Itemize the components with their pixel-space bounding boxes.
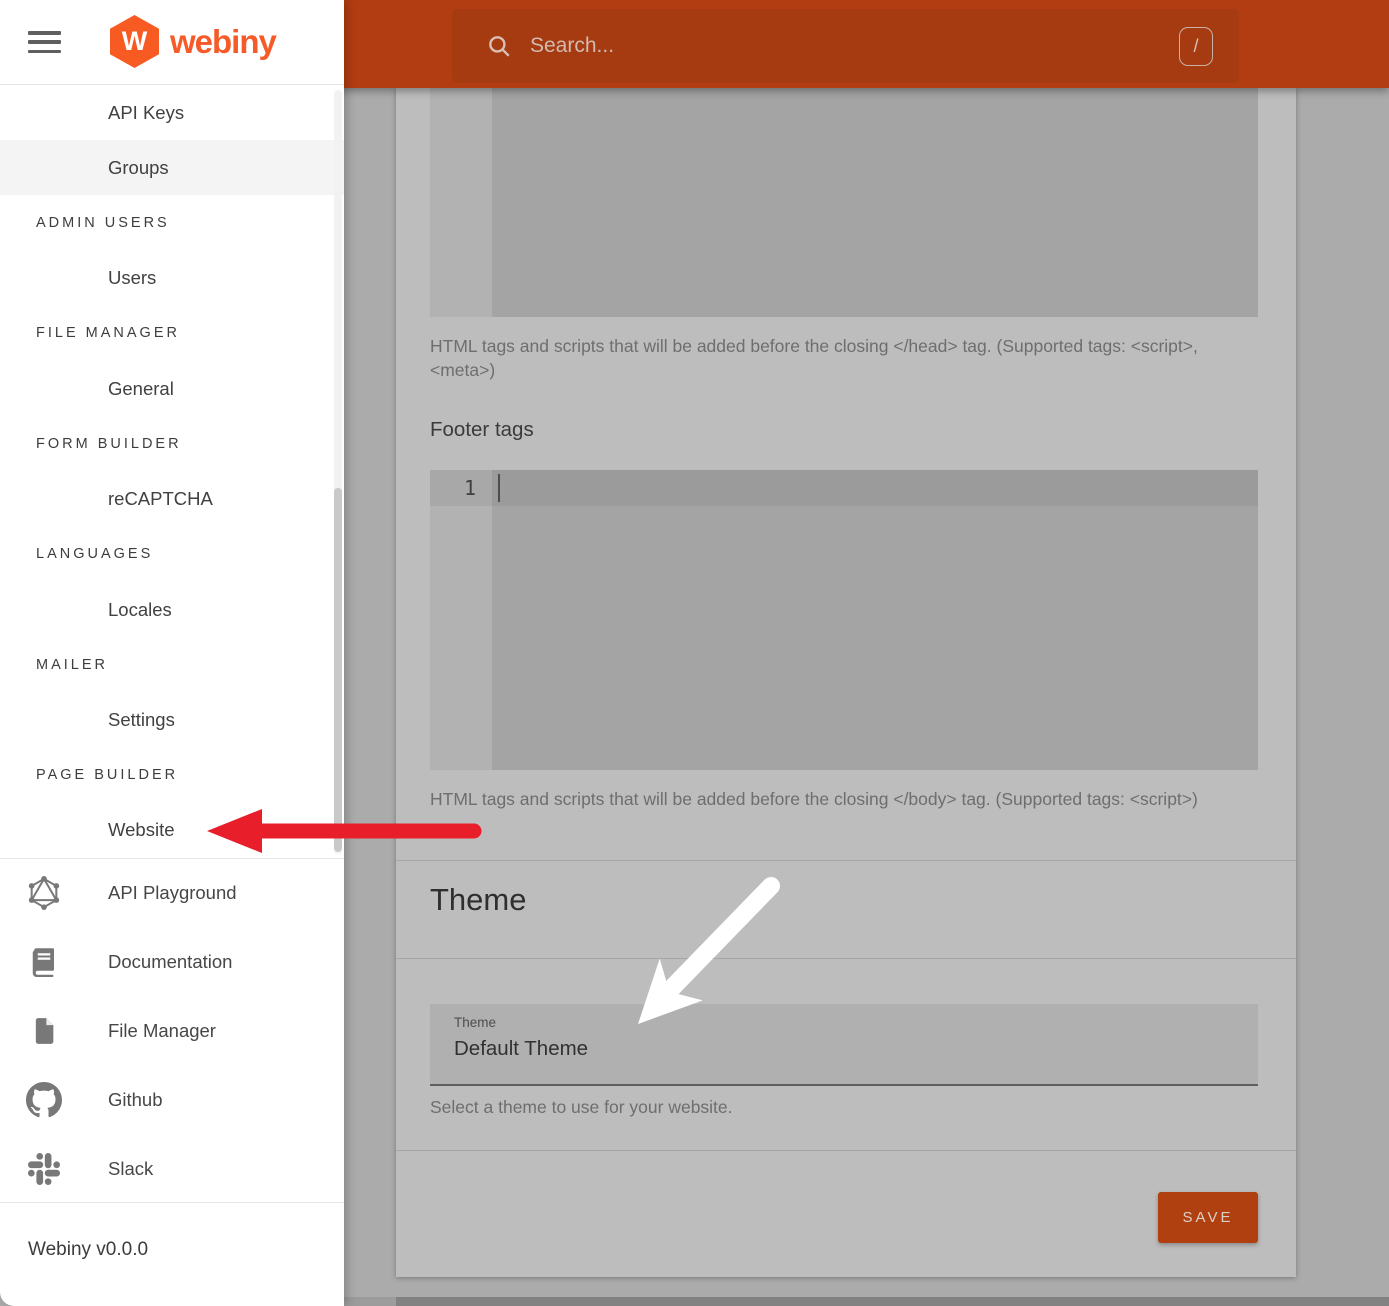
utility-item-label: Documentation <box>108 951 232 973</box>
sidebar-item-users[interactable]: Users <box>0 251 344 306</box>
sidebar-item-locales[interactable]: Locales <box>0 582 344 637</box>
code-editor-gutter <box>430 88 492 317</box>
search-input[interactable] <box>528 33 1179 59</box>
sidebar-item-api-playground[interactable]: API Playground <box>0 859 344 928</box>
drawer-header: W webiny <box>0 0 344 85</box>
header-tags-helper-text: HTML tags and scripts that will be added… <box>430 335 1242 382</box>
sidebar-item-slack[interactable]: Slack <box>0 1134 344 1203</box>
sidebar-section-file-manager: FILE MANAGER <box>0 306 344 361</box>
app-version: Webiny v0.0.0 <box>28 1239 148 1261</box>
utility-item-label: Github <box>108 1089 163 1111</box>
search-icon <box>486 33 512 59</box>
github-icon <box>24 1082 64 1118</box>
save-button[interactable]: SAVE <box>1158 1192 1258 1243</box>
line-number: 1 <box>430 470 476 506</box>
file-icon <box>24 1015 64 1047</box>
sidebar-item-documentation[interactable]: Documentation <box>0 928 344 997</box>
footer-tags-code-editor[interactable]: 1 <box>430 470 1258 770</box>
window-bottom-edge <box>344 1297 396 1306</box>
search-shortcut-badge: / <box>1179 27 1213 66</box>
header-tags-code-editor[interactable] <box>430 88 1258 317</box>
graphql-icon <box>24 875 64 911</box>
utility-item-label: File Manager <box>108 1020 216 1042</box>
sidebar-section-page-builder: PAGE BUILDER <box>0 748 344 803</box>
webiny-logo: W webiny <box>110 15 276 68</box>
sidebar-item-recaptcha[interactable]: reCAPTCHA <box>0 472 344 527</box>
webiny-wordmark: webiny <box>170 23 276 61</box>
section-divider <box>396 1150 1296 1151</box>
sidebar-item-settings[interactable]: Settings <box>0 692 344 747</box>
footer-tags-helper-text: HTML tags and scripts that will be added… <box>430 788 1242 812</box>
hamburger-menu-icon[interactable] <box>28 31 61 53</box>
navigation-drawer: W webiny API Keys Groups ADMIN USERS Use… <box>0 0 344 1306</box>
website-settings-card: HTML tags and scripts that will be added… <box>396 88 1296 1277</box>
theme-select-value: Default Theme <box>454 1037 588 1061</box>
sidebar-section-form-builder: FORM BUILDER <box>0 416 344 471</box>
sidebar-section-mailer: MAILER <box>0 637 344 692</box>
sidebar-item-groups[interactable]: Groups <box>0 140 344 195</box>
utility-item-label: API Playground <box>108 882 237 904</box>
sidebar-item-general[interactable]: General <box>0 361 344 416</box>
theme-select-label: Theme <box>454 1015 496 1030</box>
sidebar-item-api-keys[interactable]: API Keys <box>0 85 344 140</box>
slack-icon <box>24 1153 64 1185</box>
drawer-scrollbar-thumb[interactable] <box>334 488 342 852</box>
sidebar-section-admin-users: ADMIN USERS <box>0 195 344 250</box>
global-search[interactable]: / <box>452 9 1239 83</box>
drawer-footer: Webiny v0.0.0 <box>0 1202 344 1306</box>
theme-select[interactable]: Theme Default Theme <box>430 1004 1258 1086</box>
settings-page-background: HTML tags and scripts that will be added… <box>344 88 1389 1306</box>
sidebar-section-languages: LANGUAGES <box>0 527 344 582</box>
sidebar-item-website[interactable]: Website <box>0 803 344 858</box>
utility-item-label: Slack <box>108 1158 153 1180</box>
text-cursor <box>498 474 500 502</box>
sidebar-item-file-manager[interactable]: File Manager <box>0 997 344 1066</box>
drawer-menu: API Keys Groups ADMIN USERS Users FILE M… <box>0 85 344 858</box>
footer-tags-label: Footer tags <box>430 418 534 442</box>
section-divider <box>396 958 1296 959</box>
theme-helper-text: Select a theme to use for your website. <box>430 1096 1242 1120</box>
code-editor-gutter <box>430 470 492 770</box>
window-bottom-edge <box>396 1297 1389 1306</box>
theme-section-title: Theme <box>430 882 526 918</box>
webiny-logo-hexagon-icon: W <box>110 15 159 68</box>
drawer-utility-section: API Playground Documentation File Manage… <box>0 858 344 1203</box>
sidebar-item-github[interactable]: Github <box>0 1065 344 1134</box>
book-icon <box>24 945 64 979</box>
active-code-line <box>430 470 1258 506</box>
section-divider <box>396 860 1296 861</box>
